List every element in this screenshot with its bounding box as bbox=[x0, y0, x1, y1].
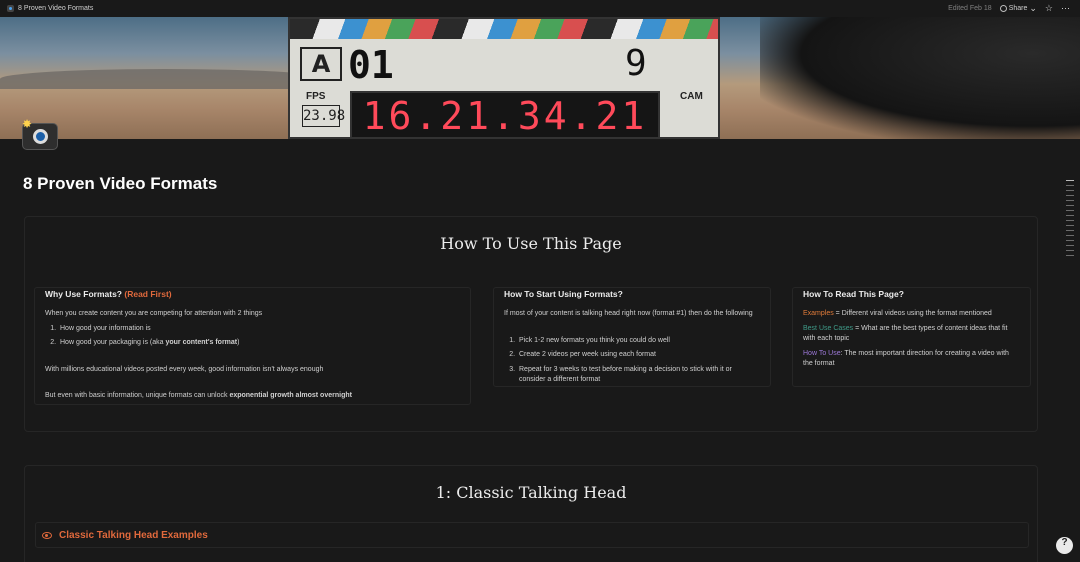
share-button[interactable]: Share ⌄ bbox=[999, 3, 1037, 13]
examples-toggle[interactable]: Classic Talking Head Examples bbox=[35, 522, 1029, 548]
flash-icon: ✸ bbox=[22, 117, 33, 131]
examples-label: Classic Talking Head Examples bbox=[59, 529, 208, 541]
camera-icon bbox=[7, 5, 14, 12]
outline-minimap[interactable] bbox=[1066, 180, 1074, 260]
clapper-scene: 01 bbox=[348, 43, 394, 87]
share-label: Share bbox=[1008, 5, 1028, 12]
camera-lens bbox=[33, 129, 48, 144]
globe-icon bbox=[999, 5, 1007, 12]
top-bar: 8 Proven Video Formats Edited Feb 18 Sha… bbox=[0, 0, 1080, 17]
clapper-timecode: 16.21.34.21 bbox=[350, 91, 660, 139]
start-list: Pick 1-2 new formats you think you could… bbox=[504, 336, 760, 386]
why-heading-text: Why Use Formats? bbox=[45, 289, 122, 299]
clapper-fps-label: FPS bbox=[306, 91, 326, 102]
help-button[interactable]: ? bbox=[1056, 537, 1073, 554]
how-to-title: How To Use This Page bbox=[440, 234, 622, 253]
cover-hand bbox=[760, 17, 1080, 139]
clapper-take: 9 bbox=[625, 43, 647, 84]
list-item: Create 2 videos per week using each form… bbox=[517, 350, 760, 361]
start-heading: How To Start Using Formats? bbox=[504, 289, 623, 299]
page-title[interactable]: 8 Proven Video Formats bbox=[23, 174, 217, 194]
list-item: How good your packaging is (aka your con… bbox=[58, 338, 460, 349]
clapper-stripes bbox=[290, 19, 718, 39]
read-first-label: (Read First) bbox=[124, 289, 172, 299]
how-to-section: How To Use This Page Why Use Formats? (R… bbox=[24, 216, 1038, 432]
why-heading: Why Use Formats? (Read First) bbox=[45, 289, 460, 299]
start-intro: If most of your content is talking head … bbox=[504, 310, 753, 317]
page-camera-icon[interactable]: ✸ bbox=[22, 117, 58, 151]
why-paragraph-3: But even with basic information, unique … bbox=[45, 392, 352, 399]
why-paragraph-2: With millions educational videos posted … bbox=[45, 365, 324, 373]
edited-timestamp: Edited Feb 18 bbox=[948, 5, 992, 12]
start-formats-card: How To Start Using Formats? If most of y… bbox=[493, 287, 771, 387]
format-1-section: 1: Classic Talking Head Classic Talking … bbox=[24, 465, 1038, 562]
clapperboard: A 01 9 FPS 23.98 16.21.34.21 CAM bbox=[288, 17, 720, 139]
clapper-fps-value: 23.98 bbox=[302, 105, 345, 127]
star-icon[interactable]: ☆ bbox=[1045, 4, 1053, 13]
cover-hill bbox=[0, 69, 330, 89]
more-icon[interactable]: ⋯ bbox=[1061, 4, 1070, 13]
why-list: How good your information is How good yo… bbox=[45, 324, 460, 349]
breadcrumb-label: 8 Proven Video Formats bbox=[18, 5, 94, 12]
list-item: Repeat for 3 weeks to test before making… bbox=[517, 365, 760, 386]
eye-icon bbox=[42, 531, 52, 539]
cover-image: A 01 9 FPS 23.98 16.21.34.21 CAM bbox=[0, 17, 1080, 139]
topbar-actions: Edited Feb 18 Share ⌄ ☆ ⋯ bbox=[948, 4, 1070, 13]
list-item: How good your information is bbox=[58, 324, 460, 335]
clapper-cam-label: CAM bbox=[680, 91, 703, 102]
clapper-roll: A bbox=[300, 47, 342, 81]
read-best-use: Best Use Cases = What are the best types… bbox=[803, 324, 1008, 343]
read-how-to-use: How To Use: The most important direction… bbox=[803, 349, 1009, 368]
read-examples: Examples = Different viral videos using … bbox=[803, 310, 992, 317]
format-1-title: 1: Classic Talking Head bbox=[435, 483, 627, 502]
breadcrumb[interactable]: 8 Proven Video Formats bbox=[3, 3, 97, 14]
read-page-card: How To Read This Page? Examples = Differ… bbox=[792, 287, 1031, 387]
list-item: Pick 1-2 new formats you think you could… bbox=[517, 336, 760, 347]
why-intro: When you create content you are competin… bbox=[45, 310, 263, 317]
why-formats-card: Why Use Formats? (Read First) When you c… bbox=[34, 287, 471, 405]
chevron-down-icon: ⌄ bbox=[1029, 3, 1037, 13]
read-heading: How To Read This Page? bbox=[803, 289, 904, 299]
